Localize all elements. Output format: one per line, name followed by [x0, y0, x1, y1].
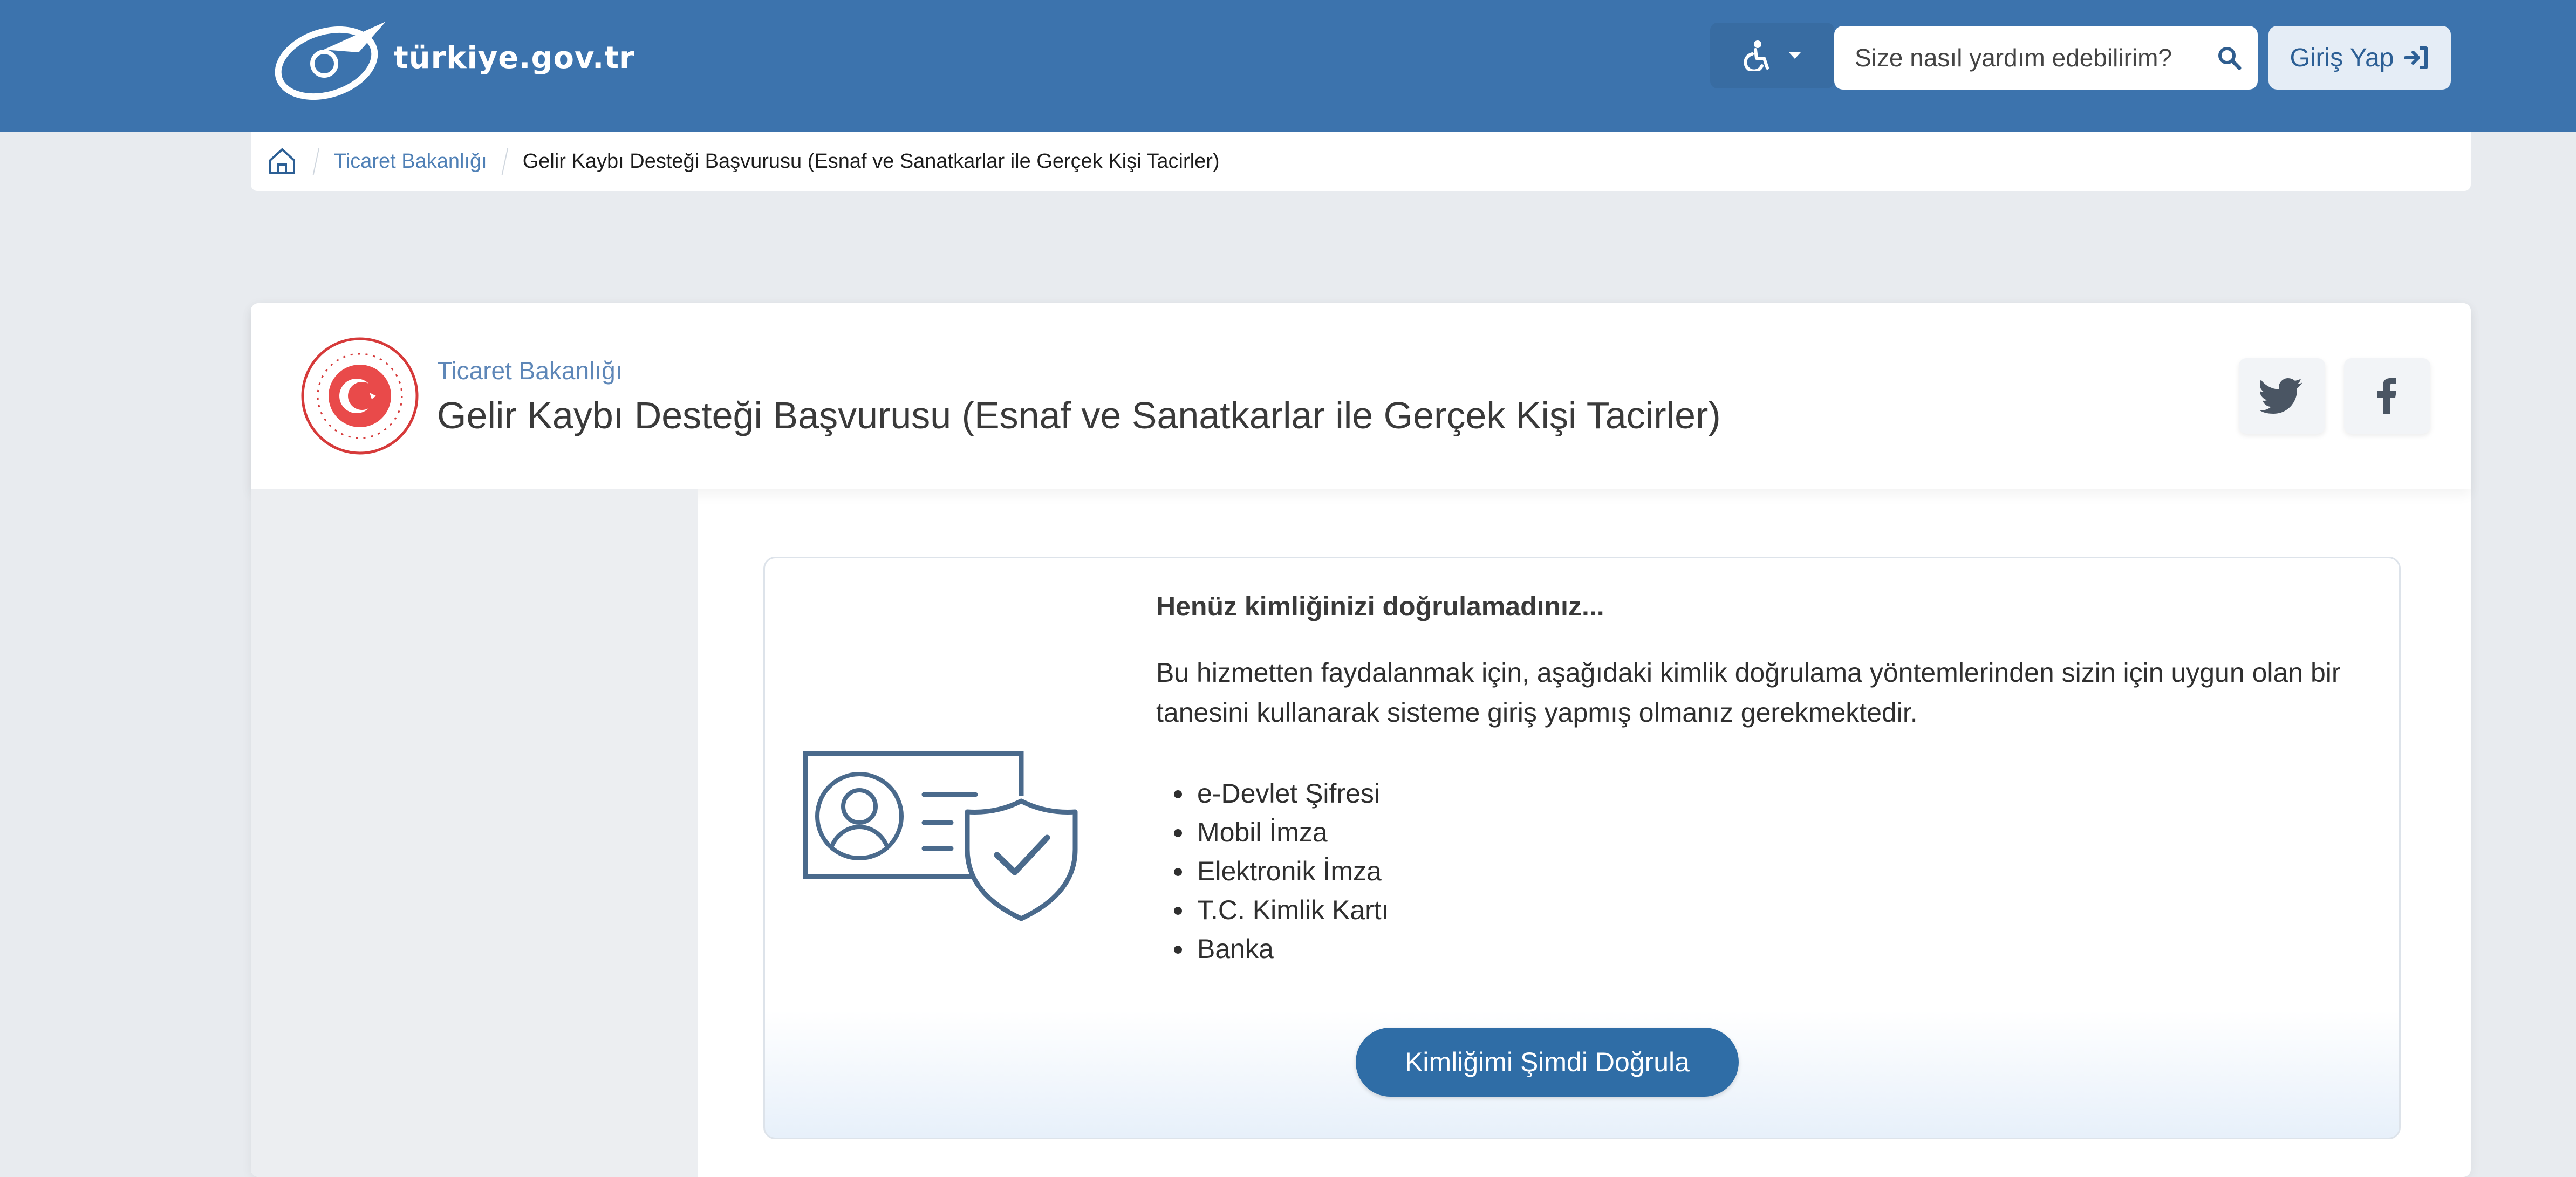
- auth-notice-panel: Henüz kimliğinizi doğrulamadınız... Bu h…: [763, 557, 2401, 1139]
- chevron-down-icon: [1789, 52, 1801, 59]
- institution-name[interactable]: Ticaret Bakanlığı: [437, 356, 622, 385]
- home-icon[interactable]: [266, 146, 298, 176]
- breadcrumb-item-ministry[interactable]: Ticaret Bakanlığı: [334, 150, 487, 173]
- login-button-label: Giriş Yap: [2290, 43, 2394, 72]
- login-button[interactable]: Giriş Yap: [2268, 26, 2451, 90]
- accessibility-icon: [1744, 40, 1769, 71]
- logo-text: türkiye.gov.tr: [394, 40, 635, 76]
- sign-in-icon: [2404, 46, 2428, 69]
- facebook-icon: [2377, 378, 2396, 414]
- list-item: e-Devlet Şifresi: [1194, 774, 1389, 813]
- accessibility-menu-button[interactable]: [1710, 23, 1834, 88]
- top-header: türkiye.gov.tr Giriş Yap: [0, 0, 2576, 132]
- breadcrumb: Ticaret Bakanlığı Gelir Kaybı Desteği Ba…: [251, 132, 2471, 191]
- list-item: Banka: [1194, 929, 1389, 968]
- service-header: Ticaret Bakanlığı Gelir Kaybı Desteği Ba…: [251, 303, 2471, 489]
- twitter-share-button[interactable]: [2239, 358, 2325, 434]
- turkiye-gov-logo-icon: [275, 22, 386, 100]
- ministry-emblem-icon: [301, 337, 419, 455]
- site-logo[interactable]: türkiye.gov.tr: [272, 12, 635, 104]
- search-icon[interactable]: [2217, 45, 2242, 70]
- breadcrumb-separator: [312, 148, 320, 175]
- list-item: Elektronik İmza: [1194, 852, 1389, 891]
- service-card: Ticaret Bakanlığı Gelir Kaybı Desteği Ba…: [251, 303, 2471, 1177]
- id-card-shield-icon: [803, 751, 1078, 921]
- list-item: T.C. Kimlik Kartı: [1194, 891, 1389, 929]
- page-title: Gelir Kaybı Desteği Başvurusu (Esnaf ve …: [437, 394, 1721, 436]
- breadcrumb-separator: [501, 148, 509, 175]
- search-input[interactable]: [1854, 43, 2217, 73]
- sidebar-column: [251, 489, 698, 1177]
- notice-description: Bu hizmetten faydalanmak için, aşağıdaki…: [1156, 658, 2341, 728]
- list-item: Mobil İmza: [1194, 813, 1389, 852]
- facebook-share-button[interactable]: [2344, 358, 2430, 434]
- search-box[interactable]: [1834, 26, 2258, 90]
- notice-heading: Henüz kimliğinizi doğrulamadınız...: [1156, 591, 1604, 621]
- auth-methods-list: e-Devlet Şifresi Mobil İmza Elektronik İ…: [1156, 774, 1389, 968]
- breadcrumb-item-current: Gelir Kaybı Desteği Başvurusu (Esnaf ve …: [522, 149, 1220, 173]
- twitter-icon: [2260, 378, 2302, 414]
- verify-identity-button[interactable]: Kimliğimi Şimdi Doğrula: [1356, 1028, 1739, 1097]
